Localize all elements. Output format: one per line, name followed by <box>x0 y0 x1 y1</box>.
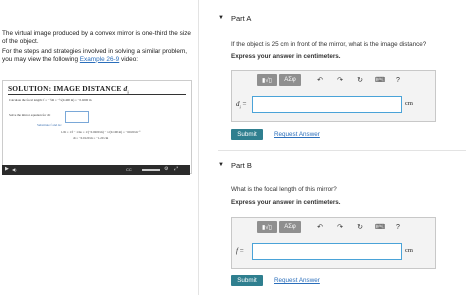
keyboard-icon[interactable]: ⌨ <box>373 76 387 84</box>
fullscreen-icon[interactable]: ⤢ <box>174 166 178 172</box>
part-a-variable-sub: i <box>239 104 241 110</box>
greek-symbols-button[interactable]: ΑΣφ <box>279 74 301 86</box>
part-b-equals: = <box>239 247 244 255</box>
undo-icon[interactable]: ↶ <box>313 76 327 84</box>
part-a-question: If the object is 25 cm in front of the m… <box>231 41 427 48</box>
video-title-text: SOLUTION: IMAGE DISTANCE <box>8 84 124 93</box>
part-b-unit: cm <box>405 247 413 254</box>
video-progress-bar[interactable] <box>142 169 160 171</box>
collapse-part-b-icon[interactable]: ▼ <box>218 162 224 168</box>
help-icon[interactable]: ? <box>391 77 405 84</box>
part-b-submit-button[interactable]: Submit <box>231 275 263 286</box>
part-b-variable: f = <box>236 247 244 255</box>
video-line-1: Calculate the focal length: f = −½R = −½… <box>9 98 92 102</box>
part-a-answer-box: ▮√▯ ΑΣφ ↶ ↷ ↻ ⌨ ? di = cm <box>231 70 436 122</box>
help-icon[interactable]: ? <box>391 224 405 231</box>
collapse-part-a-icon[interactable]: ▼ <box>218 15 224 21</box>
part-a-equals: = <box>242 100 247 108</box>
template-button[interactable]: ▮√▯ <box>257 221 277 233</box>
part-a-request-answer-link[interactable]: Request Answer <box>274 131 320 138</box>
settings-icon[interactable]: ⚙ <box>164 166 168 172</box>
template-button[interactable]: ▮√▯ <box>257 74 277 86</box>
part-b-instruction: Express your answer in centimeters. <box>231 199 341 206</box>
part-a-toolbar: ▮√▯ ΑΣφ ↶ ↷ ↻ ⌨ ? <box>257 74 405 86</box>
video-line-3: Substitute f and do: <box>37 123 62 127</box>
part-b-title[interactable]: Part B <box>231 161 252 170</box>
video-highlight-box <box>65 111 89 123</box>
redo-icon[interactable]: ↷ <box>333 223 347 231</box>
captions-icon[interactable]: CC <box>126 167 132 172</box>
part-b-variable-letter: f <box>236 247 238 255</box>
part-a-unit: cm <box>405 100 413 107</box>
example-video-link[interactable]: Example 26-9 <box>80 56 119 63</box>
undo-icon[interactable]: ↶ <box>313 223 327 231</box>
play-icon[interactable]: ▶ <box>5 166 9 172</box>
keyboard-icon[interactable]: ⌨ <box>373 223 387 231</box>
part-b-request-answer-link[interactable]: Request Answer <box>274 277 320 284</box>
part-a-answer-input[interactable] <box>252 96 402 113</box>
part-b-question: What is the focal length of this mirror? <box>231 186 337 193</box>
part-b-answer-input[interactable] <box>252 243 402 260</box>
part-a-title[interactable]: Part A <box>231 14 251 23</box>
volume-icon[interactable]: ◀) <box>12 167 16 172</box>
reset-icon[interactable]: ↻ <box>353 76 367 84</box>
part-divider <box>218 150 466 151</box>
part-b-toolbar: ▮√▯ ΑΣφ ↶ ↷ ↻ ⌨ ? <box>257 221 405 233</box>
right-panel: ▼ Part A If the object is 25 cm in front… <box>198 0 474 295</box>
intro-line-2: For the steps and strategies involved in… <box>2 48 194 63</box>
intro-text: The virtual image produced by a convex m… <box>2 30 194 66</box>
part-a-variable: di = <box>236 100 246 109</box>
video-line-2: Solve the mirror equation for di: <box>9 113 51 117</box>
left-panel: The virtual image produced by a convex m… <box>0 0 199 295</box>
video-title: SOLUTION: IMAGE DISTANCE di <box>8 84 129 94</box>
part-a-submit-button[interactable]: Submit <box>231 129 263 140</box>
video-title-rule <box>8 94 186 95</box>
reset-icon[interactable]: ↻ <box>353 223 367 231</box>
video-player[interactable]: SOLUTION: IMAGE DISTANCE di Calculate th… <box>2 80 192 174</box>
video-line-5: di = −0.0120 m = −1.20 cm <box>73 136 109 140</box>
video-line-4: 1/di = 1/f − 1/do = 1/(−0.0200 m) − 1/(0… <box>61 130 141 134</box>
greek-symbols-button[interactable]: ΑΣφ <box>279 221 301 233</box>
part-a-instruction: Express your answer in centimeters. <box>231 53 341 60</box>
part-b-answer-box: ▮√▯ ΑΣφ ↶ ↷ ↻ ⌨ ? f = cm <box>231 217 436 269</box>
redo-icon[interactable]: ↷ <box>333 76 347 84</box>
video-controls[interactable]: ▶ ◀) CC ⚙ ⤢ <box>2 165 190 175</box>
intro-line-1: The virtual image produced by a convex m… <box>2 30 191 45</box>
intro-line-2-suffix: video: <box>119 55 139 63</box>
